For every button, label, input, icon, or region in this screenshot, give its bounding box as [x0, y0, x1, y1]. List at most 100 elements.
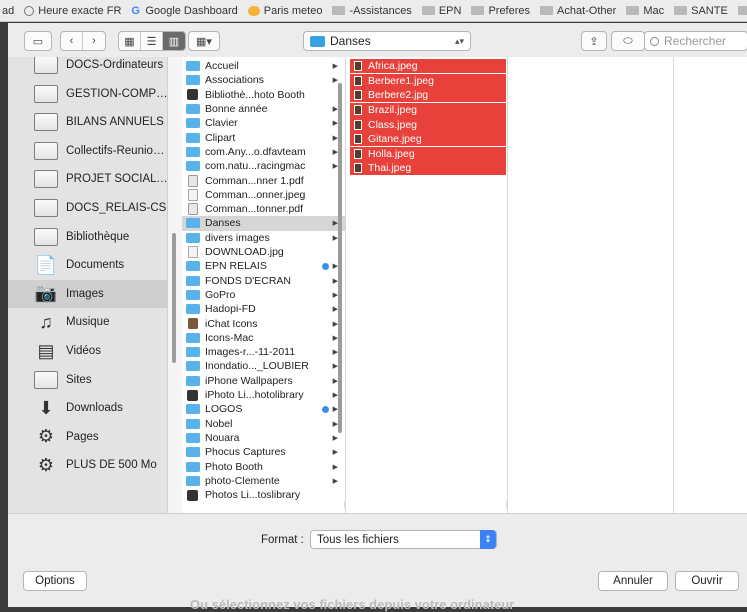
list-item[interactable]: Nobel ▶ — [182, 417, 345, 431]
list-item[interactable]: Photos Li...toslibrary — [182, 488, 345, 502]
file-item-selected[interactable]: Class.jpeg — [350, 117, 506, 132]
tag-button[interactable]: ⬭ — [611, 31, 645, 51]
list-item[interactable]: Bonne année ▶ — [182, 102, 345, 116]
list-item[interactable]: Phocus Captures ▶ — [182, 445, 345, 459]
list-item[interactable]: com.Any...o.dfavteam ▶ — [182, 145, 345, 159]
file-icon — [188, 174, 198, 187]
options-button[interactable]: Options — [23, 571, 87, 591]
cancel-button[interactable]: Annuler — [598, 571, 668, 591]
list-item[interactable]: Comman...onner.jpeg — [182, 188, 345, 202]
file-item-selected[interactable]: Brazil.jpeg — [350, 102, 506, 118]
list-item[interactable]: Comman...tonner.pdf — [182, 202, 345, 216]
dialog-bottom-bar: Format : Tous les fichiers ⇕ Options Ann… — [8, 513, 747, 607]
list-item[interactable]: Icons-Mac ▶ — [182, 331, 345, 345]
icon-view-button[interactable]: ▦ — [119, 32, 141, 50]
sidebar-item[interactable]: PROJET SOCIAL R... — [8, 165, 167, 193]
file-item-selected[interactable]: Thai.jpeg — [350, 161, 506, 176]
list-item[interactable]: Nouara ▶ — [182, 431, 345, 445]
list-item[interactable]: LOGOS ▶ — [182, 402, 345, 416]
sidebar-toggle-button[interactable]: ▭ — [24, 31, 52, 51]
share-button[interactable]: ⇪ — [581, 31, 607, 51]
file-item-label: Brazil.jpeg — [368, 103, 418, 116]
folder-icon — [186, 447, 200, 458]
sidebar-scrollbar[interactable] — [172, 233, 176, 363]
sidebar-item[interactable]: ▤ Vidéos — [8, 337, 167, 365]
search-input[interactable]: Rechercher — [644, 31, 747, 51]
list-item[interactable]: photo-Clemente ▶ — [182, 474, 345, 488]
open-button[interactable]: Ouvrir — [675, 571, 739, 591]
path-popup[interactable]: Danses ▴▾ — [303, 31, 471, 51]
list-item[interactable]: Photo Booth ▶ — [182, 459, 345, 473]
bookmark-item[interactable]: Mac — [626, 5, 664, 17]
image-thumbnail-icon — [354, 148, 362, 159]
folder-icon — [186, 375, 200, 386]
list-item[interactable]: Accueil ▶ — [182, 59, 345, 73]
file-item-label: Berbere2.jpg — [368, 89, 429, 102]
list-view-button[interactable]: ☰ — [141, 32, 163, 50]
list-item[interactable]: Clavier ▶ — [182, 116, 345, 130]
folder-icon — [186, 161, 200, 172]
file-item-selected[interactable]: Holla.jpeg — [350, 146, 506, 161]
file-item-selected[interactable]: Berbere1.jpeg — [350, 73, 506, 88]
list-item[interactable]: divers images ▶ — [182, 231, 345, 245]
sidebar-item[interactable]: ⬇ Downloads — [8, 394, 167, 422]
list-item[interactable]: Hadopi-FD ▶ — [182, 302, 345, 316]
file-item-selected[interactable]: Berbere2.jpg — [350, 88, 506, 103]
bookmark-item[interactable]: Paris meteo — [247, 5, 322, 17]
back-button[interactable]: ‹ — [61, 32, 83, 50]
list-item[interactable]: iChat Icons ▶ — [182, 316, 345, 330]
bookmark-item[interactable]: SANTE — [674, 5, 728, 17]
browser-column-2: || Africa.jpegBerbere1.jpegBerbere2.jpgB… — [346, 57, 508, 513]
bookmark-item[interactable]: Preferes — [471, 5, 530, 17]
sidebar-item[interactable]: Sites — [8, 366, 167, 394]
bookmark-item[interactable]: Go — [737, 5, 747, 17]
forward-button[interactable]: › — [83, 32, 105, 50]
column-1-scrollbar[interactable] — [338, 83, 342, 433]
list-item[interactable]: GoPro ▶ — [182, 288, 345, 302]
list-item[interactable]: FONDS D'ECRAN ▶ — [182, 274, 345, 288]
sidebar-item[interactable]: ♫ Musique — [8, 308, 167, 336]
sidebar-item[interactable]: 📄 Documents — [8, 251, 167, 279]
folder-icon — [186, 232, 200, 243]
file-item-selected[interactable]: Gitane.jpeg — [350, 132, 506, 147]
list-item[interactable]: Bibliothè...hoto Booth — [182, 88, 345, 102]
bookmark-item[interactable]: Heure exacte FR — [24, 5, 121, 17]
sidebar-item[interactable]: GESTION-COMPT... — [8, 80, 167, 108]
list-item[interactable]: Comman...nner 1.pdf — [182, 173, 345, 187]
image-thumbnail-icon — [354, 163, 362, 174]
list-item[interactable]: Images-r...-11-2011 ▶ — [182, 345, 345, 359]
list-item[interactable]: Danses ▶ — [182, 216, 345, 231]
sidebar-item[interactable]: Collectifs-Reunion... — [8, 137, 167, 165]
disclosure-arrow-icon: ▶ — [332, 449, 338, 457]
list-item[interactable]: Inondatio..._LOUBIER ▶ — [182, 359, 345, 373]
arrange-button[interactable]: ▦▾ — [188, 31, 220, 51]
bookmark-label: Heure exacte FR — [38, 4, 122, 17]
google-icon: G — [131, 4, 140, 17]
bookmark-item[interactable]: G Google Dashboard — [131, 5, 237, 17]
list-item-label: com.Any...o.dfavteam — [205, 145, 306, 158]
format-value: Tous les fichiers — [317, 533, 399, 546]
bookmark-item[interactable]: -Assistances — [332, 5, 412, 17]
background-page-text: Ou sélectionnez vos fichiers depuis votr… — [190, 597, 515, 612]
sidebar-item[interactable]: 📷 Images — [8, 279, 167, 308]
list-item[interactable]: com.natu...racingmac ▶ — [182, 159, 345, 173]
column-view-button[interactable]: ▥ — [163, 32, 185, 50]
file-item-selected[interactable]: Africa.jpeg — [350, 59, 506, 74]
list-item[interactable]: iPhone Wallpapers ▶ — [182, 374, 345, 388]
sidebar-item[interactable]: ⚙ PLUS DE 500 Mo — [8, 451, 167, 479]
list-item[interactable]: iPhoto Li...hotolibrary ▶ — [182, 388, 345, 402]
list-item[interactable]: Associations ▶ — [182, 73, 345, 87]
list-item[interactable]: DOWNLOAD.jpg — [182, 245, 345, 259]
bookmark-item[interactable]: ad — [2, 5, 14, 17]
sidebar-item[interactable]: DOCS-Ordinateurs — [8, 57, 167, 79]
format-select[interactable]: Tous les fichiers ⇕ — [310, 530, 497, 549]
folder-icon — [34, 199, 58, 217]
sidebar-item[interactable]: DOCS_RELAIS-CS — [8, 194, 167, 222]
list-item[interactable]: Clipart ▶ — [182, 131, 345, 145]
sidebar-item[interactable]: Bibliothèque — [8, 223, 167, 251]
bookmark-item[interactable]: Achat-Other — [540, 5, 616, 17]
sidebar-item[interactable]: ⚙ Pages — [8, 423, 167, 451]
list-item[interactable]: EPN RELAIS ▶ — [182, 259, 345, 273]
sidebar-item[interactable]: BILANS ANNUELS — [8, 108, 167, 136]
bookmark-item[interactable]: EPN — [421, 5, 461, 17]
